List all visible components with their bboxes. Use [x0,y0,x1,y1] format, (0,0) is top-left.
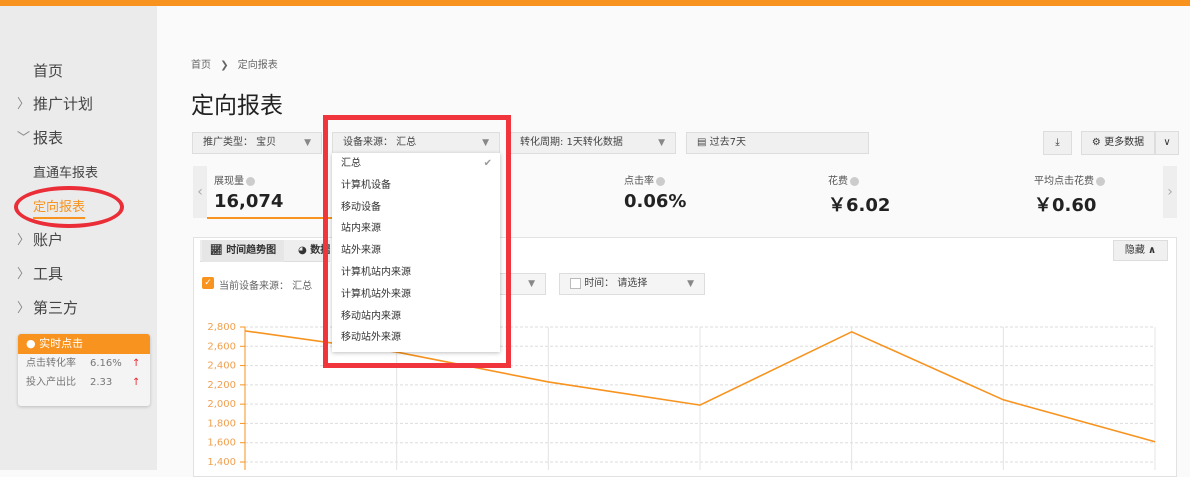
y-tick-label: 1,600 [207,438,236,449]
y-tick-label: 1,800 [207,418,236,429]
y-tick-label: 2,600 [207,341,236,352]
trend-chart: 2,800 2,600 2,400 2,200 2,000 1,800 1,600 1,400 [0,0,1190,470]
y-tick-label: 2,800 [207,322,236,333]
annotation-box [323,115,511,368]
y-tick-label: 2,400 [207,361,236,372]
y-tick-label: 2,000 [207,399,236,410]
y-tick-label: 1,400 [207,457,236,468]
y-tick-label: 2,200 [207,380,236,391]
